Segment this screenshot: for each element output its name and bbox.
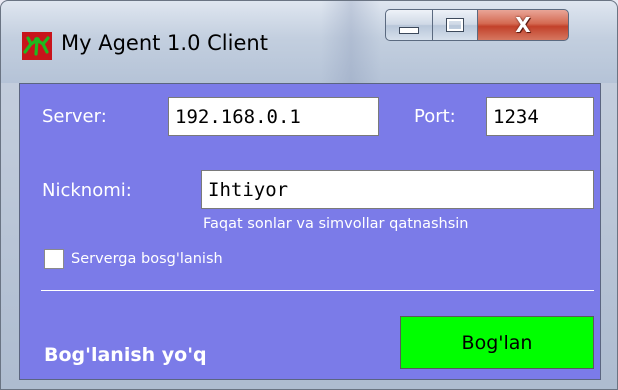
port-label: Port: xyxy=(414,106,456,127)
nickname-hint: Faqat sonlar va simvollar qatnashsin xyxy=(203,216,469,232)
separator xyxy=(41,290,594,291)
nickname-label: Nicknomi: xyxy=(42,180,132,201)
app-icon[interactable] xyxy=(22,32,52,60)
connect-button[interactable]: Bog'lan xyxy=(400,316,594,369)
auto-connect-label[interactable]: Serverga bosg'lanish xyxy=(71,251,223,267)
minimize-button[interactable] xyxy=(385,9,433,41)
server-input[interactable]: 192.168.0.1 xyxy=(168,97,379,136)
nickname-input[interactable]: Ihtiyor xyxy=(201,170,594,209)
auto-connect-checkbox[interactable] xyxy=(44,249,64,269)
status-text: Bog'lanish yo'q xyxy=(44,344,207,366)
maximize-icon xyxy=(446,18,464,32)
server-label: Server: xyxy=(42,106,107,127)
port-input[interactable]: 1234 xyxy=(486,97,594,136)
app-window: My Agent 1.0 Client X Server: 192.168.0.… xyxy=(0,0,618,390)
title-bar[interactable]: My Agent 1.0 Client X xyxy=(1,1,617,83)
close-button[interactable]: X xyxy=(477,9,569,41)
close-icon: X xyxy=(515,13,531,37)
minimize-icon xyxy=(399,26,419,34)
maximize-button[interactable] xyxy=(432,9,478,41)
window-title: My Agent 1.0 Client xyxy=(61,31,268,55)
client-area: Server: 192.168.0.1 Port: 1234 Nicknomi:… xyxy=(19,83,601,380)
title-bar-glass xyxy=(321,1,381,83)
